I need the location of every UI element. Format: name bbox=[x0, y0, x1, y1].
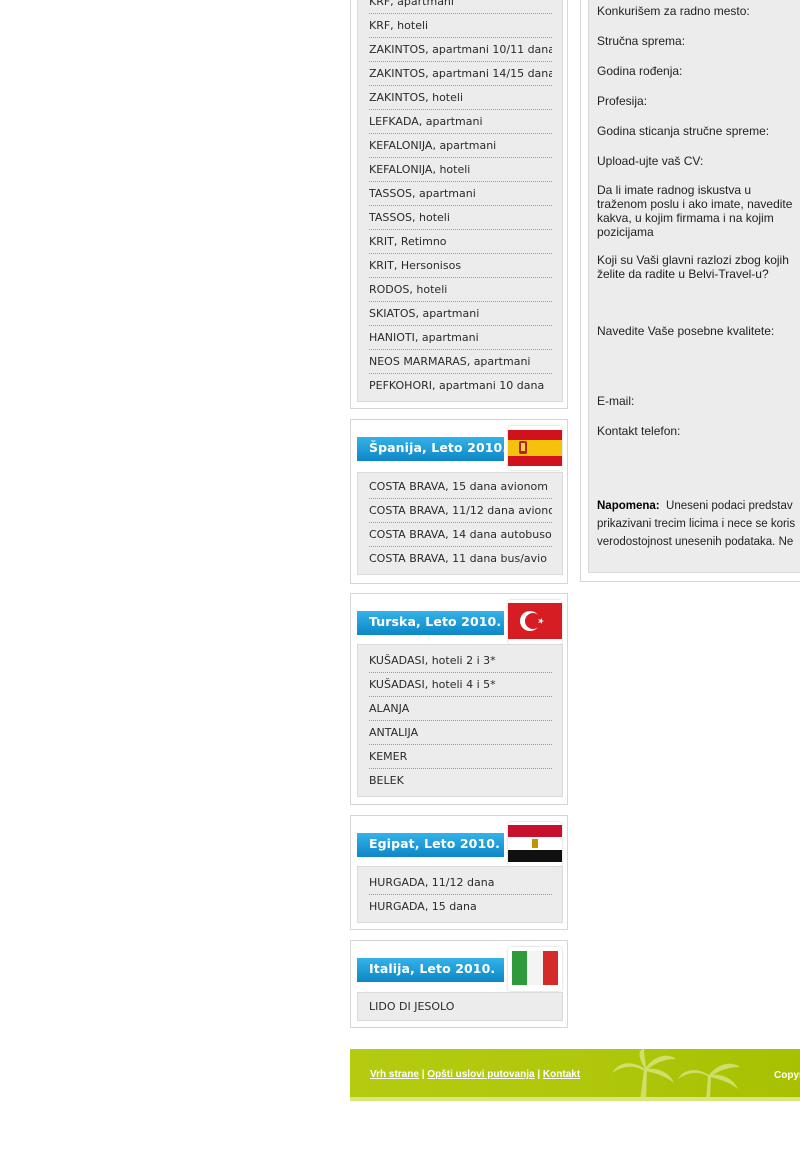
note-title: Napomena: bbox=[597, 500, 660, 512]
list-item[interactable]: HURGADA, 11/12 dana bbox=[369, 871, 552, 895]
list-item[interactable]: COSTA BRAVA, 15 dana avionom bbox=[369, 475, 552, 499]
italy-title: Italija, Leto 2010. bbox=[369, 961, 496, 976]
spain-title: Španija, Leto 2010. bbox=[369, 440, 508, 455]
list-item[interactable]: BELEK bbox=[369, 769, 552, 793]
list-item[interactable]: ALANJA bbox=[369, 697, 552, 721]
list-item[interactable]: ZAKINTOS, apartmani 14/15 dana bbox=[369, 62, 552, 86]
turkey-list-panel: KUŠADASI, hoteli 2 i 3* KUŠADASI, hoteli… bbox=[357, 644, 563, 797]
qualities-label: Navedite Vaše posebne kvalitete: bbox=[597, 324, 775, 338]
list-item[interactable]: KUŠADASI, hoteli 2 i 3* bbox=[369, 649, 552, 673]
job-application-form bbox=[580, 0, 800, 582]
note-line-3: verodostojnost unesenih podataka. Ne bbox=[597, 536, 794, 548]
form-panel bbox=[588, 0, 800, 573]
egypt-box: Egipat, Leto 2010. HURGADA, 11/12 dana H… bbox=[350, 815, 568, 930]
education-label: Stručna sprema: bbox=[597, 34, 686, 48]
note-line-2: prikazivani trecim licima i nece se kori… bbox=[597, 518, 796, 530]
list-item[interactable]: KUŠADASI, hoteli 4 i 5* bbox=[369, 673, 552, 697]
spain-box: Španija, Leto 2010. COSTA BRAVA, 15 dana… bbox=[350, 419, 568, 584]
italy-box: Italija, Leto 2010. LIDO DI JESOLO bbox=[350, 940, 568, 1028]
greece-list-panel: KRF, apartmani KRF, hoteli ZAKINTOS, apa… bbox=[357, 0, 563, 402]
list-item[interactable]: TASSOS, apartmani bbox=[369, 182, 552, 206]
experience-label: Da li imate radnog iskustva u traženom p… bbox=[597, 183, 793, 239]
spain-flag-icon bbox=[508, 426, 562, 470]
birth-year-label: Godina rođenja: bbox=[597, 64, 683, 78]
email-label: E-mail: bbox=[597, 394, 635, 408]
egypt-flag-icon bbox=[508, 822, 562, 866]
egypt-header: Egipat, Leto 2010. bbox=[357, 822, 563, 866]
spain-header: Španija, Leto 2010. bbox=[357, 426, 563, 470]
turkey-header: Turska, Leto 2010. bbox=[357, 600, 563, 644]
profession-label: Profesija: bbox=[597, 94, 648, 108]
turkey-title: Turska, Leto 2010. bbox=[369, 614, 502, 629]
spain-title-bar[interactable]: Španija, Leto 2010. bbox=[357, 437, 508, 461]
list-item[interactable]: LEFKADA, apartmani bbox=[369, 110, 552, 134]
turkey-title-bar[interactable]: Turska, Leto 2010. bbox=[357, 611, 504, 635]
cv-upload-label: Upload-ujte vaš CV: bbox=[597, 154, 704, 168]
reasons-label: Koji su Vaši glavni razlozi zbog kojih ž… bbox=[597, 253, 789, 281]
list-item[interactable]: NEOS MARMARAS, apartmani bbox=[369, 350, 552, 374]
palm-trees-icon bbox=[612, 1049, 740, 1101]
italy-list-panel: LIDO DI JESOLO bbox=[357, 992, 563, 1021]
list-item[interactable]: KRIT, Retimno bbox=[369, 230, 552, 254]
greece-box: KRF, apartmani KRF, hoteli ZAKINTOS, apa… bbox=[350, 0, 568, 409]
list-item[interactable]: HANIOTI, apartmani bbox=[369, 326, 552, 350]
egypt-title-bar[interactable]: Egipat, Leto 2010. bbox=[357, 833, 504, 857]
footer-link-contact[interactable]: Kontakt bbox=[543, 1069, 580, 1080]
position-label: Konkurišem za radno mesto: bbox=[597, 4, 750, 18]
list-item[interactable]: KEMER bbox=[369, 745, 552, 769]
italy-header: Italija, Leto 2010. bbox=[357, 947, 563, 991]
egypt-title: Egipat, Leto 2010. bbox=[369, 836, 500, 851]
turkey-box: Turska, Leto 2010. KUŠADASI, hoteli 2 i … bbox=[350, 593, 568, 805]
list-item[interactable]: KEFALONIJA, hoteli bbox=[369, 158, 552, 182]
education-year-label: Godina sticanja stručne spreme: bbox=[597, 124, 770, 138]
copyright-text: Copyr bbox=[774, 1070, 800, 1081]
turkey-flag-icon bbox=[508, 600, 562, 644]
list-item[interactable]: ANTALIJA bbox=[369, 721, 552, 745]
footer-link-top[interactable]: Vrh strane bbox=[370, 1069, 419, 1080]
footer-separator: | bbox=[537, 1069, 541, 1080]
footer-stripe bbox=[350, 1097, 800, 1101]
list-item[interactable]: TASSOS, hoteli bbox=[369, 206, 552, 230]
list-item[interactable]: SKIATOS, apartmani bbox=[369, 302, 552, 326]
list-item[interactable]: ZAKINTOS, hoteli bbox=[369, 86, 552, 110]
italy-title-bar[interactable]: Italija, Leto 2010. bbox=[357, 958, 504, 982]
list-item[interactable]: RODOS, hoteli bbox=[369, 278, 552, 302]
footer-link-terms[interactable]: Opšti uslovi putovanja bbox=[427, 1069, 534, 1080]
list-item[interactable]: COSTA BRAVA, 11/12 dana avionom bbox=[369, 499, 552, 523]
list-item[interactable]: COSTA BRAVA, 14 dana autobusom bbox=[369, 523, 552, 547]
egypt-list-panel: HURGADA, 11/12 dana HURGADA, 15 dana bbox=[357, 866, 563, 923]
list-item[interactable]: KRF, apartmani bbox=[369, 0, 552, 14]
list-item[interactable]: PEFKOHORI, apartmani 10 dana bbox=[369, 374, 552, 398]
footer: Vrh strane | Opšti uslovi putovanja | Ko… bbox=[350, 1049, 800, 1101]
list-item[interactable]: LIDO DI JESOLO bbox=[369, 995, 552, 1019]
note-line-1: Uneseni podaci predstav bbox=[666, 500, 793, 512]
form-note: Napomena: Uneseni podaci predstav prikaz… bbox=[597, 497, 800, 551]
list-item[interactable]: KRIT, Hersonisos bbox=[369, 254, 552, 278]
italy-flag-icon bbox=[508, 947, 562, 991]
list-item[interactable]: ZAKINTOS, apartmani 10/11 dana bbox=[369, 38, 552, 62]
footer-links: Vrh strane | Opšti uslovi putovanja | Ko… bbox=[370, 1069, 580, 1080]
spain-list-panel: COSTA BRAVA, 15 dana avionom COSTA BRAVA… bbox=[357, 472, 563, 575]
list-item[interactable]: KEFALONIJA, apartmani bbox=[369, 134, 552, 158]
list-item[interactable]: HURGADA, 15 dana bbox=[369, 895, 552, 919]
list-item[interactable]: KRF, hoteli bbox=[369, 14, 552, 38]
phone-label: Kontakt telefon: bbox=[597, 424, 681, 438]
footer-separator: | bbox=[421, 1069, 425, 1080]
list-item[interactable]: COSTA BRAVA, 11 dana bus/avio bbox=[369, 547, 552, 571]
